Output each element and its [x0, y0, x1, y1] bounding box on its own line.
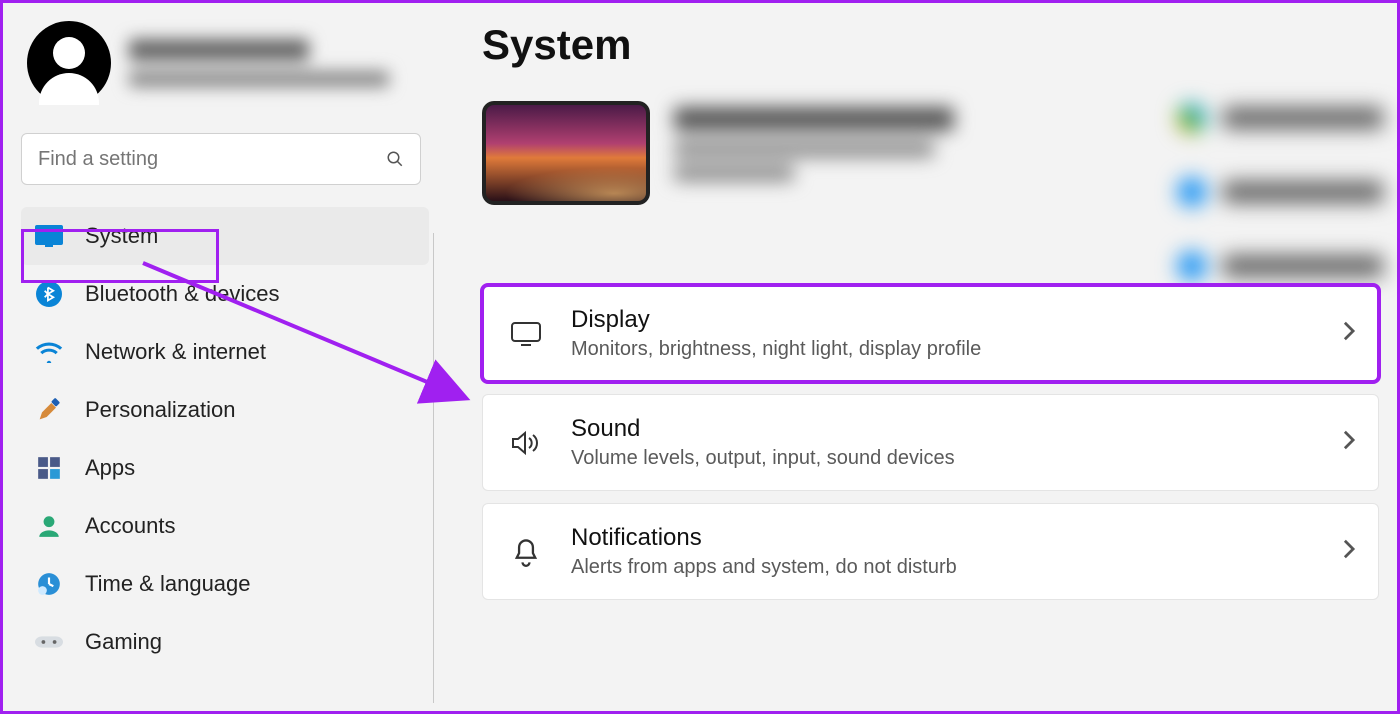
- card-subtitle: Alerts from apps and system, do not dist…: [571, 556, 957, 579]
- sidebar-item-accounts[interactable]: Accounts: [21, 497, 429, 555]
- sound-icon: [509, 426, 543, 460]
- sidebar-item-personalization[interactable]: Personalization: [21, 381, 429, 439]
- sidebar-item-label: System: [85, 223, 158, 249]
- nav-list: System Bluetooth & devices Network & int…: [21, 207, 433, 671]
- sidebar-item-time-language[interactable]: Time & language: [21, 555, 429, 613]
- sidebar-item-bluetooth[interactable]: Bluetooth & devices: [21, 265, 429, 323]
- bell-icon: [509, 535, 543, 569]
- profile-header[interactable]: [21, 21, 433, 105]
- sidebar-item-apps[interactable]: Apps: [21, 439, 429, 497]
- chevron-right-icon: [1342, 538, 1356, 565]
- clock-icon: [35, 570, 63, 598]
- card-subtitle: Monitors, brightness, night light, displ…: [571, 338, 981, 361]
- sidebar-item-label: Personalization: [85, 397, 235, 423]
- system-icon: [35, 222, 63, 250]
- apps-icon: [35, 454, 63, 482]
- sidebar-item-label: Time & language: [85, 571, 251, 597]
- card-title: Display: [571, 306, 981, 334]
- card-subtitle: Volume levels, output, input, sound devi…: [571, 447, 955, 470]
- sidebar-item-label: Accounts: [85, 513, 176, 539]
- sidebar-item-label: Network & internet: [85, 339, 266, 365]
- card-notifications[interactable]: Notifications Alerts from apps and syste…: [482, 503, 1379, 600]
- chevron-right-icon: [1342, 320, 1356, 347]
- page-title: System: [482, 21, 1379, 69]
- quick-links: [1177, 103, 1383, 281]
- card-display[interactable]: Display Monitors, brightness, night ligh…: [482, 285, 1379, 382]
- chevron-right-icon: [1342, 429, 1356, 456]
- paint-icon: [35, 396, 63, 424]
- profile-text: [129, 39, 389, 87]
- sidebar-item-label: Apps: [85, 455, 135, 481]
- settings-cards: Display Monitors, brightness, night ligh…: [482, 285, 1379, 600]
- display-icon: [509, 317, 543, 351]
- main-content: System Display Monitors, brightness, nig…: [433, 3, 1397, 711]
- sidebar-item-label: Bluetooth & devices: [85, 281, 279, 307]
- device-thumbnail[interactable]: [482, 101, 650, 205]
- accounts-icon: [35, 512, 63, 540]
- device-info: [674, 101, 954, 181]
- search-box[interactable]: [21, 133, 421, 185]
- card-sound[interactable]: Sound Volume levels, output, input, soun…: [482, 394, 1379, 491]
- search-input[interactable]: [38, 148, 386, 171]
- sidebar-item-system[interactable]: System: [21, 207, 429, 265]
- card-title: Sound: [571, 415, 955, 443]
- sidebar-item-gaming[interactable]: Gaming: [21, 613, 429, 671]
- wifi-icon: [35, 338, 63, 366]
- bluetooth-icon: [35, 280, 63, 308]
- card-title: Notifications: [571, 524, 957, 552]
- sidebar-item-label: Gaming: [85, 629, 162, 655]
- gaming-icon: [35, 628, 63, 656]
- sidebar-item-network[interactable]: Network & internet: [21, 323, 429, 381]
- avatar[interactable]: [27, 21, 111, 105]
- sidebar: System Bluetooth & devices Network & int…: [3, 3, 433, 711]
- search-icon: [386, 150, 404, 168]
